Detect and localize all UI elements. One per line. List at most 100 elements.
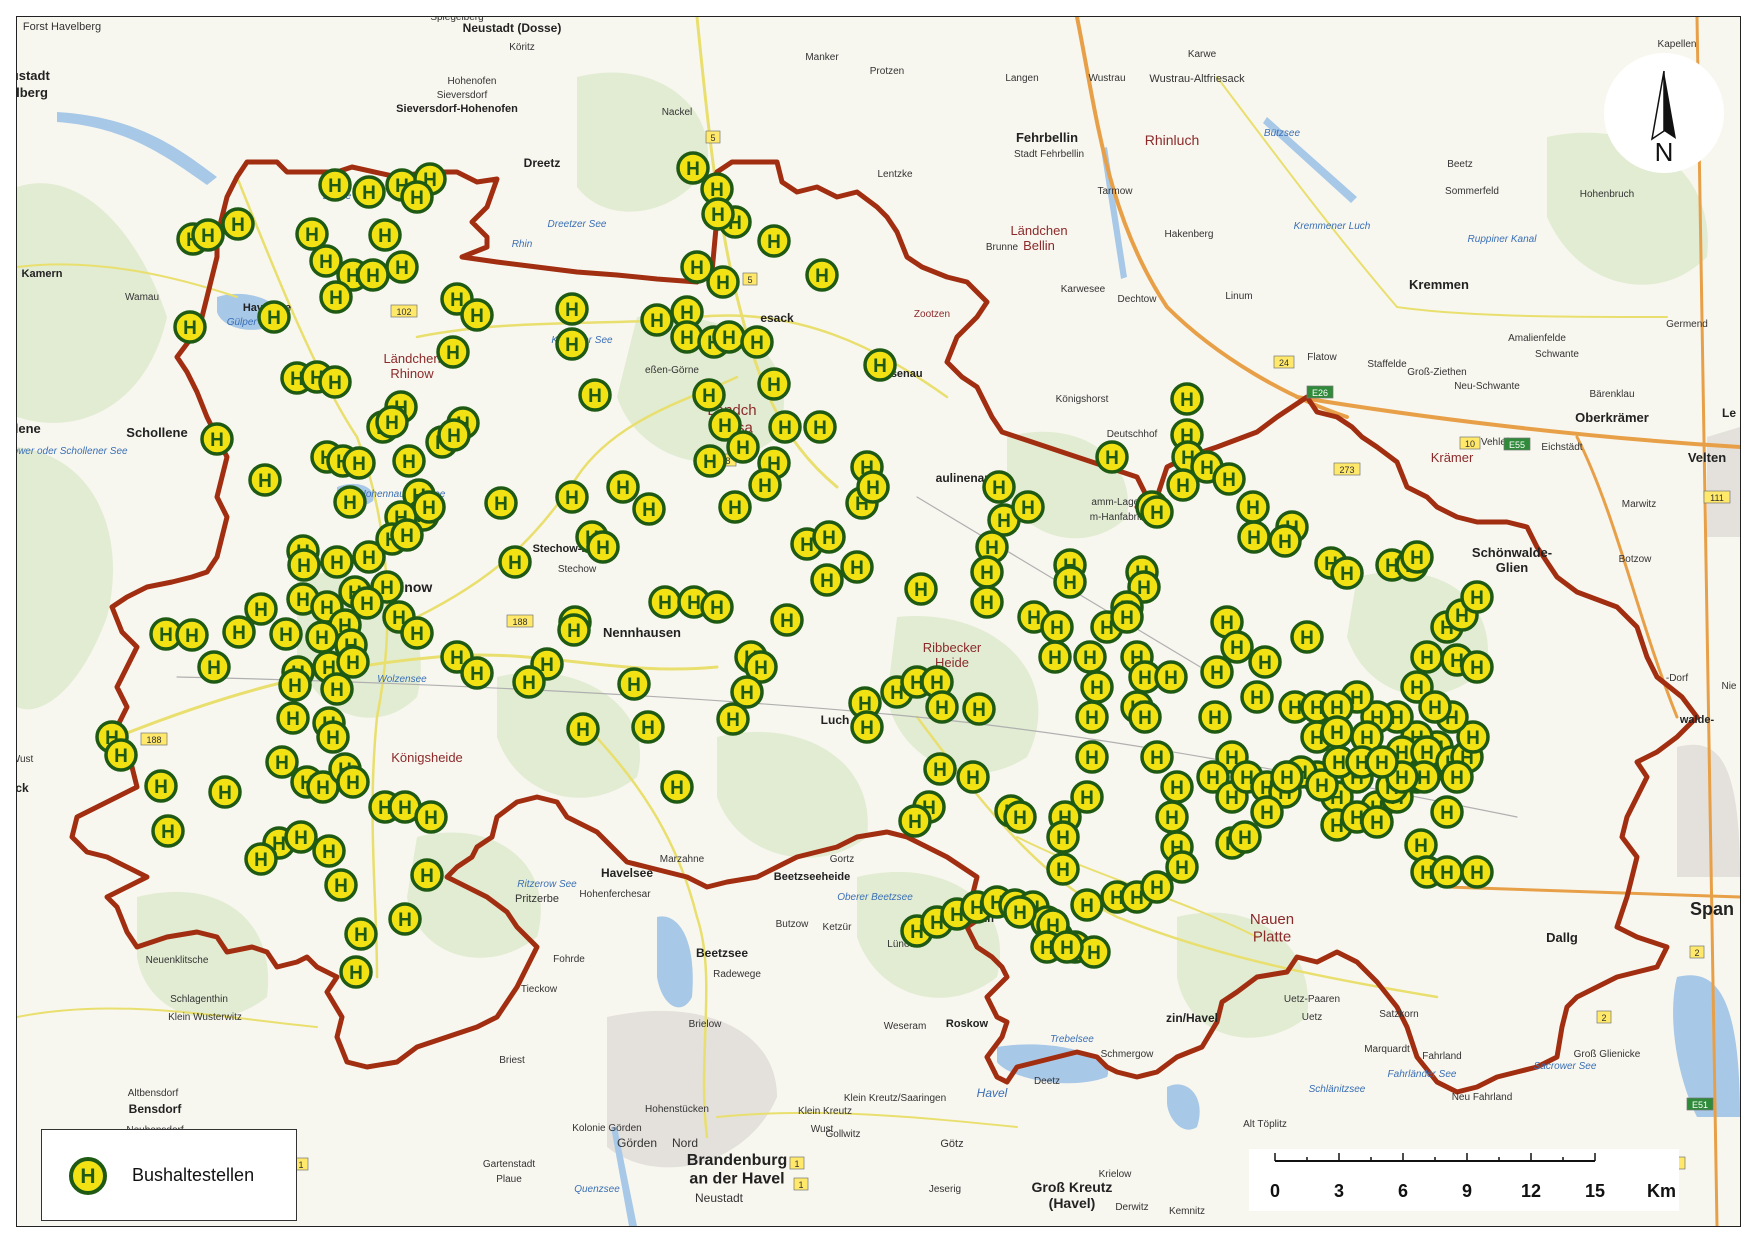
place-label-neu-schwante: Neu-Schwante — [1454, 381, 1520, 392]
svg-text:H: H — [1105, 448, 1119, 469]
svg-text:H: H — [726, 710, 740, 731]
road-shield-E51: E51 — [1686, 1097, 1714, 1111]
bus-stop-icon: H — [295, 217, 329, 251]
bus-stop-icon: H — [336, 765, 370, 799]
map-svg: Forst HavelbergSpiegelbergNeustadt (Doss… — [17, 17, 1740, 1226]
road-shield-24: 24 — [1273, 355, 1295, 369]
svg-text:H: H — [1083, 648, 1097, 669]
bus-stop-icon: H — [400, 180, 434, 214]
bus-stop-icon: H — [716, 702, 750, 736]
place-label-eichstaedt: Eichstädt — [1541, 442, 1582, 453]
svg-text:H: H — [210, 430, 224, 451]
bus-stop-icon: H — [144, 769, 178, 803]
bus-stop-icon: H — [1400, 540, 1434, 574]
svg-text:H: H — [992, 478, 1006, 499]
svg-text:H: H — [860, 718, 874, 739]
svg-text:24: 24 — [1279, 358, 1289, 368]
bus-stop-icon: H — [309, 244, 343, 278]
bus-stop-icon: H — [1003, 800, 1037, 834]
svg-text:H: H — [728, 498, 742, 519]
place-label-hohenstuecken: Hohenstücken — [645, 1104, 709, 1115]
map-canvas[interactable]: Forst Havelberg Spiegelberg Neustadt (Doss… — [16, 16, 1741, 1227]
svg-text:H: H — [385, 413, 399, 434]
place-label-plaue: Plaue — [496, 1174, 522, 1185]
svg-text:H: H — [330, 680, 344, 701]
svg-text:H: H — [980, 593, 994, 614]
svg-text:H: H — [1080, 896, 1094, 917]
svg-text:H: H — [1013, 903, 1027, 924]
bus-stop-icon: H — [1440, 760, 1474, 794]
place-label-kamern: Kamern — [22, 268, 63, 280]
place-label-quenzsee: Quenzsee — [574, 1184, 620, 1195]
place-label-kapellen: Kapellen — [1658, 39, 1697, 50]
svg-text:H: H — [596, 538, 610, 559]
svg-text:H: H — [627, 675, 641, 696]
svg-text:H: H — [296, 590, 310, 611]
legend: H Bushaltestellen — [41, 1129, 297, 1221]
place-label-kolonie-goerden: Kolonie Görden — [572, 1123, 642, 1134]
svg-text:H: H — [1238, 828, 1252, 849]
bus-stop-icon: H — [460, 298, 494, 332]
svg-text:H: H — [279, 625, 293, 646]
place-label-klein-wusterwitz: Klein Wusterwitz — [168, 1012, 242, 1023]
bus-stop-icon: H — [244, 842, 278, 876]
svg-text:H: H — [670, 778, 684, 799]
svg-text:H: H — [232, 623, 246, 644]
svg-text:H: H — [346, 773, 360, 794]
place-label-koritz: Köritz — [509, 42, 535, 53]
place-label-dallgow: Dallg — [1546, 930, 1578, 945]
svg-text:H: H — [352, 454, 366, 475]
svg-text:H: H — [914, 580, 928, 601]
place-label-nauen-platte: Nauen Platte — [1250, 911, 1294, 945]
place-label-tieckow: Tieckow — [521, 984, 558, 995]
svg-text:H: H — [1090, 678, 1104, 699]
place-label-bredow: Botzow — [1619, 554, 1653, 565]
bus-stop-icon: H — [1040, 610, 1074, 644]
bus-stop-icon: H — [923, 752, 957, 786]
bus-stop-icon: H — [269, 617, 303, 651]
svg-text:H: H — [328, 176, 342, 197]
svg-text:H: H — [687, 593, 701, 614]
bus-stop-icon: H — [151, 814, 185, 848]
bus-stop-icon: H — [69, 1157, 107, 1195]
svg-text:H: H — [424, 808, 438, 829]
svg-text:H: H — [1056, 828, 1070, 849]
svg-text:H: H — [1428, 698, 1442, 719]
scale-tick-label: 3 — [1333, 1181, 1345, 1201]
place-label-bensdorf: Bensdorf — [129, 1102, 183, 1116]
place-label-havel: Havel — [977, 1086, 1008, 1100]
svg-text:273: 273 — [1339, 465, 1354, 475]
road-shield-5: 5 — [742, 272, 758, 286]
svg-text:188: 188 — [512, 617, 527, 627]
svg-text:H: H — [1027, 608, 1041, 629]
bus-stop-icon: H — [173, 310, 207, 344]
svg-text:H: H — [1420, 648, 1434, 669]
bus-stop-icon: H — [726, 430, 760, 464]
svg-text:H: H — [740, 683, 754, 704]
place-label-marquardt: Marquardt — [1364, 1044, 1410, 1055]
place-label-marwitz: Marwitz — [1622, 499, 1656, 510]
svg-text:H: H — [1165, 808, 1179, 829]
svg-text:H: H — [1260, 803, 1274, 824]
svg-text:H: H — [686, 159, 700, 180]
place-label-deetz: Deetz — [1034, 1076, 1060, 1087]
road-shield-E55: E55 — [1503, 437, 1531, 451]
svg-text:H: H — [154, 777, 168, 798]
svg-text:H: H — [972, 700, 986, 721]
svg-text:H: H — [1470, 658, 1484, 679]
svg-text:H: H — [114, 746, 128, 767]
bus-stop-icon: H — [956, 760, 990, 794]
bus-stop-icon: H — [578, 378, 612, 412]
svg-text:H: H — [494, 494, 508, 515]
svg-text:H: H — [1288, 698, 1302, 719]
road-shield-1: 1 — [793, 1177, 809, 1191]
place-label-staffelde: Staffelde — [1367, 359, 1407, 370]
svg-text:H: H — [398, 798, 412, 819]
bus-stop-icon: H — [339, 955, 373, 989]
bus-stop-icon: H — [1095, 440, 1129, 474]
svg-text:H: H — [447, 426, 461, 447]
place-label-hohenofen: Hohenofen — [448, 76, 497, 87]
svg-text:H: H — [1280, 768, 1294, 789]
bus-stop-icon: H — [390, 518, 424, 552]
svg-text:H: H — [207, 658, 221, 679]
